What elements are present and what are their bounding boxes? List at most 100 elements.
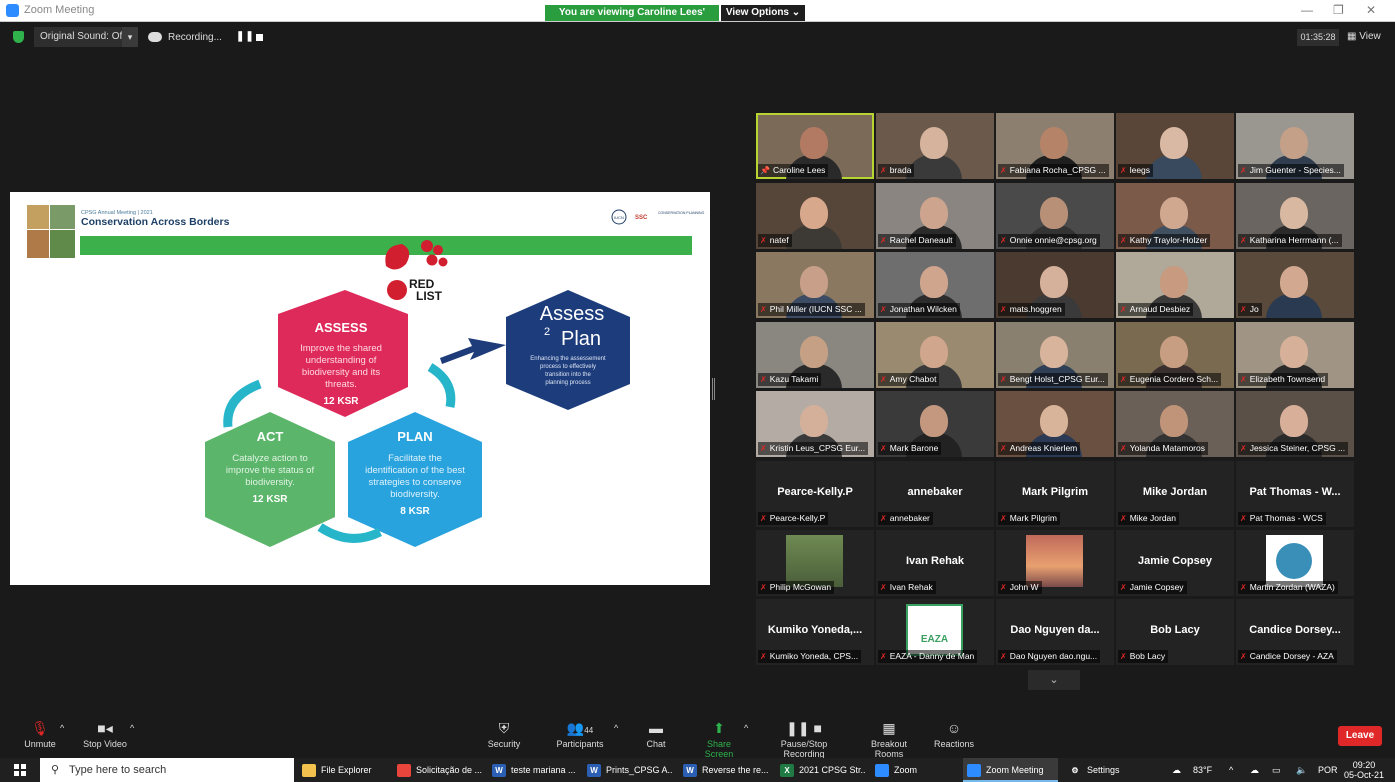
participant-tile[interactable]: ✗ Onnie onnie@cpsg.org <box>996 183 1114 249</box>
participant-tile[interactable]: ✗ Fabiana Rocha_CPSG ... <box>996 113 1114 179</box>
participant-tile[interactable]: ✗ Martin Zordan (WAZA) <box>1236 530 1354 596</box>
minimize-icon[interactable]: — <box>1301 3 1313 17</box>
windows-start-icon[interactable] <box>14 764 26 776</box>
close-icon[interactable]: ✕ <box>1366 3 1376 17</box>
leave-button[interactable]: Leave <box>1338 726 1382 746</box>
participant-tile[interactable]: ✗ Arnaud Desbiez <box>1116 252 1234 318</box>
taskbar-app-button[interactable]: W Prints_CPSG A... <box>583 758 673 782</box>
participant-tile[interactable]: ✗ Philip McGowan <box>756 530 874 596</box>
onedrive-cloud-icon[interactable]: ☁ <box>1250 758 1259 782</box>
stop-recording-icon[interactable] <box>256 34 263 41</box>
participant-tile[interactable]: ✗ mats.hoggren <box>996 252 1114 318</box>
participant-tile[interactable]: Pearce-Kelly.P ✗ Pearce-Kelly.P <box>756 461 874 527</box>
gallery-next-page-button[interactable]: ⌄ <box>1028 670 1080 690</box>
maximize-icon[interactable]: ❐ <box>1333 3 1344 17</box>
taskbar-app-button[interactable]: X 2021 CPSG Str... <box>776 758 866 782</box>
participant-name: Jonathan Wilcken <box>889 304 957 314</box>
taskbar-clock[interactable]: 09:20 05-Oct-21 <box>1344 760 1384 780</box>
split-view-resize-handle[interactable] <box>712 378 715 400</box>
participant-name: Bob Lacy <box>1129 651 1166 661</box>
participant-tile[interactable]: Jamie Copsey ✗ Jamie Copsey <box>1116 530 1234 596</box>
security-button[interactable]: ⛨ Security <box>484 717 524 749</box>
participant-tile[interactable]: Dao Nguyen da... ✗ Dao Nguyen dao.ngu... <box>996 599 1114 665</box>
participant-tile[interactable]: Mark Pilgrim ✗ Mark Pilgrim <box>996 461 1114 527</box>
participant-tile[interactable]: ✗ Jessica Steiner, CPSG ... <box>1236 391 1354 457</box>
participant-tile[interactable]: annebaker ✗ annebaker <box>876 461 994 527</box>
slide-green-banner <box>80 236 692 255</box>
shared-screen[interactable]: CPSG Annual Meeting | 2021 Conservation … <box>10 192 710 585</box>
participant-tile[interactable]: ✗ brada <box>876 113 994 179</box>
taskbar-app-button[interactable]: Wteste mariana ... <box>488 758 578 782</box>
weather-icon[interactable]: ☁ <box>1172 758 1181 782</box>
share-screen-chevron-up-icon[interactable]: ^ <box>744 723 748 733</box>
participant-tile[interactable]: ✗ Elizabeth Townsend <box>1236 322 1354 388</box>
participant-name-label: ✗ Martin Zordan (WAZA) <box>1238 581 1338 594</box>
assess-title: ASSESS <box>315 320 368 335</box>
breakout-rooms-label: Breakout Rooms <box>870 739 908 759</box>
participant-tile[interactable]: ✗ Eugenia Cordero Sch... <box>1116 322 1234 388</box>
view-button[interactable]: ▦ View <box>1347 31 1381 42</box>
participant-tile[interactable]: ✗ Jonathan Wilcken <box>876 252 994 318</box>
chevron-down-icon[interactable]: ▾ <box>122 27 138 47</box>
participant-tile[interactable]: ✗ natef <box>756 183 874 249</box>
taskbar-app-button[interactable]: ⚙ Settings <box>1064 758 1124 782</box>
participant-tile[interactable]: ✗ Kristin Leus_CPSG Eur... <box>756 391 874 457</box>
slide-header-title: Conservation Across Borders <box>81 216 230 228</box>
participant-tile[interactable]: ✗ Jim Guenter - Species... <box>1236 113 1354 179</box>
participant-tile[interactable]: Mike Jordan ✗ Mike Jordan <box>1116 461 1234 527</box>
pause-stop-recording-button[interactable]: ❚❚ ■ Pause/Stop Recording <box>760 717 848 759</box>
taskbar-app-button[interactable]: File Explorer <box>298 758 388 782</box>
audio-options-chevron-up-icon[interactable]: ^ <box>60 723 64 733</box>
reactions-button[interactable]: ☺ Reactions <box>934 717 974 749</box>
participant-tile[interactable]: ✗ Phil Miller (IUCN SSC ... <box>756 252 874 318</box>
participant-tile[interactable]: ✗ John W <box>996 530 1114 596</box>
muted-microphone-icon: ✗ <box>1240 444 1247 453</box>
stop-video-button[interactable]: ■◂ Stop Video <box>80 717 130 749</box>
participant-tile[interactable]: ✗ Kazu Takami <box>756 322 874 388</box>
participant-tile[interactable]: Ivan Rehak ✗ Ivan Rehak <box>876 530 994 596</box>
taskbar-app-button[interactable]: W Reverse the re... <box>679 758 771 782</box>
participant-name: Rachel Daneault <box>889 235 953 245</box>
participant-tile[interactable]: Kumiko Yoneda,... ✗ Kumiko Yoneda, CPS... <box>756 599 874 665</box>
participant-tile[interactable]: ✗ Yolanda Matamoros <box>1116 391 1234 457</box>
volume-icon[interactable]: 🔈 <box>1296 758 1307 782</box>
input-language[interactable]: POR <box>1318 758 1338 782</box>
taskbar-app-label: Zoom <box>894 765 918 775</box>
share-screen-button[interactable]: ⬆ Share Screen <box>692 717 746 759</box>
show-hidden-icons-chevron-up-icon[interactable]: ^ <box>1229 758 1233 782</box>
assess-2-plan-text-1: Enhancing the assessement <box>530 356 606 362</box>
original-sound-button[interactable]: Original Sound: Off ▾ <box>34 27 138 47</box>
participant-tile[interactable]: ✗ Mark Barone <box>876 391 994 457</box>
chat-button[interactable]: ▬ Chat <box>640 717 672 749</box>
view-options-button[interactable]: View Options ⌄ <box>721 5 805 21</box>
encryption-shield-icon[interactable] <box>13 31 24 43</box>
participant-tile[interactable]: ✗ Amy Chabot <box>876 322 994 388</box>
taskbar-app-button[interactable]: Zoom Meeting <box>963 758 1058 782</box>
muted-microphone-icon: ✗ <box>760 444 767 453</box>
participant-tile[interactable]: ✗ Bengt Holst_CPSG Eur... <box>996 322 1114 388</box>
participant-tile[interactable]: Pat Thomas - W... ✗ Pat Thomas - WCS <box>1236 461 1354 527</box>
participant-tile[interactable]: ✗ Andreas Knierlem <box>996 391 1114 457</box>
participant-tile[interactable]: ✗ Rachel Daneault <box>876 183 994 249</box>
participant-tile[interactable]: Bob Lacy ✗ Bob Lacy <box>1116 599 1234 665</box>
unmute-button[interactable]: 🎙 Unmute <box>20 717 60 749</box>
video-options-chevron-up-icon[interactable]: ^ <box>130 723 134 733</box>
participant-tile[interactable]: Candice Dorsey... ✗ Candice Dorsey - AZA <box>1236 599 1354 665</box>
network-icon[interactable]: ▭ <box>1272 758 1281 782</box>
participant-tile[interactable]: ✗ leegs <box>1116 113 1234 179</box>
pause-recording-icon[interactable]: ❚❚ <box>236 31 255 42</box>
participant-tile[interactable]: ✗ Katharina Herrmann (... <box>1236 183 1354 249</box>
participant-tile[interactable]: 📌 Caroline Lees <box>756 113 874 179</box>
taskbar-app-button[interactable]: Zoom <box>871 758 959 782</box>
participants-chevron-up-icon[interactable]: ^ <box>614 723 618 733</box>
participant-tile[interactable]: ✗ Kathy Traylor-Holzer <box>1116 183 1234 249</box>
participants-button[interactable]: 👥44 Participants <box>552 717 608 749</box>
taskbar-search-input[interactable]: ⚲ Type here to search <box>40 758 294 782</box>
breakout-rooms-button[interactable]: ▦ Breakout Rooms <box>856 717 922 759</box>
reactions-label: Reactions <box>934 739 975 749</box>
muted-microphone-icon: ✗ <box>1240 166 1247 175</box>
slide-photo-lion <box>27 205 49 229</box>
taskbar-app-button[interactable]: Solicitação de ... <box>393 758 483 782</box>
participant-tile[interactable]: EAZA ✗ EAZA - Danny de Man <box>876 599 994 665</box>
participant-tile[interactable]: ✗ Jo <box>1236 252 1354 318</box>
